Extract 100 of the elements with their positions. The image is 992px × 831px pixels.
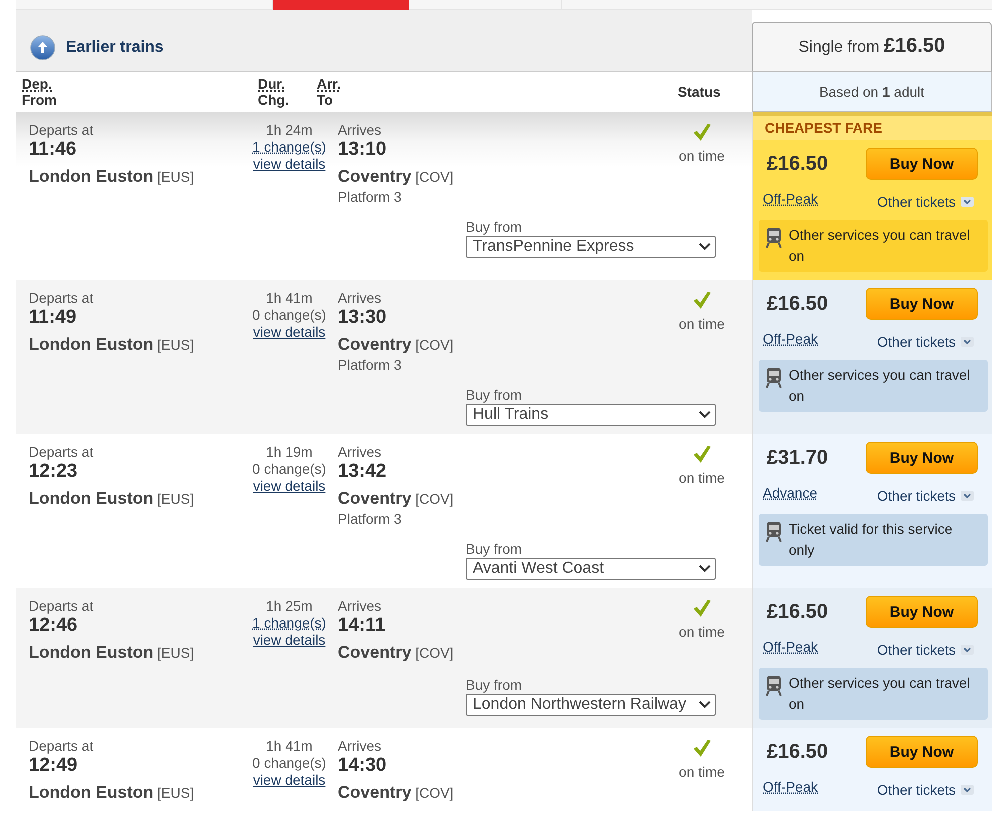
fare-price: £31.70 [767,446,828,470]
journey-duration: 1h 41m [265,738,314,755]
arrives-label: Arrives [338,738,383,755]
fare-price: £16.50 [767,292,828,316]
view-details-link[interactable]: view details [253,324,326,341]
passenger-summary: Based on 1 adult [752,72,992,112]
service-info-text: Other services you can travel on [789,366,972,406]
arrival-station: Coventry [COV] [338,335,455,355]
view-details-link[interactable]: view details [253,156,326,173]
column-abbreviation: Arr. [317,76,342,92]
buy-now-button[interactable]: Buy Now [866,736,978,768]
earlier-trains-link[interactable]: Earlier trains [16,35,164,61]
buy-now-button[interactable]: Buy Now [866,442,978,474]
departure-time: 12:23 [29,461,79,483]
chevron-down-icon [699,243,711,251]
fare-price: £16.50 [767,600,828,624]
departure-station: London Euston [EUS] [29,167,196,187]
changes-count: 0 change(s) [252,461,328,478]
ticket-type-link[interactable]: Off-Peak [763,639,818,655]
operator-dropdown[interactable]: Avanti West Coast [466,558,716,580]
buy-from-label: Buy from [466,677,524,694]
status-text: on time [679,624,725,640]
departs-label: Departs at [29,598,95,615]
dropdown-icon [961,337,974,347]
journey-duration: 1h 41m [265,290,314,307]
journey-duration: 1h 25m [265,598,314,615]
train-icon [765,521,783,543]
other-tickets-link[interactable]: Other tickets [877,782,974,798]
dropdown-icon [961,645,974,655]
arrives-label: Arrives [338,290,383,307]
journey-duration: 1h 24m [265,122,314,139]
operator-dropdown[interactable]: London Northwestern Railway [466,694,716,716]
chevron-down-icon [699,701,711,709]
arrival-time: 14:30 [338,755,388,777]
column-abbreviation: Dur. [258,76,286,92]
departure-time: 11:46 [29,139,78,161]
fare-price: £16.50 [767,740,828,764]
service-info-text: Ticket valid for this service only [789,520,954,560]
service-info-text: Other services you can travel on [789,226,972,266]
departs-label: Departs at [29,738,95,755]
ticket-type-link[interactable]: Off-Peak [763,331,818,347]
status-text: on time [679,764,725,780]
ticket-type-link[interactable]: Advance [763,485,818,501]
departure-time: 12:49 [29,755,79,777]
departure-station: London Euston [EUS] [29,335,196,355]
ticket-type-link[interactable]: Off-Peak [763,191,818,207]
status-text: on time [679,470,725,486]
platform-label: Platform 3 [338,357,403,373]
column-heading: To [317,92,334,108]
status-text: on time [679,148,725,164]
cheapest-fare-banner: CHEAPEST FARE [753,112,992,140]
other-tickets-link[interactable]: Other tickets [877,488,974,504]
operator-dropdown[interactable]: TransPennine Express [466,236,716,258]
arrival-time: 13:10 [338,139,388,161]
arrival-station: Coventry [COV] [338,783,455,803]
arrival-time: 13:30 [338,307,388,329]
buy-now-button[interactable]: Buy Now [866,596,978,628]
buy-from-label: Buy from [466,541,524,558]
ticket-type-link[interactable]: Off-Peak [763,779,818,795]
chevron-down-icon [699,565,711,573]
tab[interactable] [273,0,409,10]
fare-price: £16.50 [767,152,828,176]
departs-label: Departs at [29,122,95,139]
dropdown-icon [961,785,974,795]
status-text: on time [679,316,725,332]
dropdown-icon [961,197,974,207]
departs-label: Departs at [29,444,95,461]
changes-count: 0 change(s) [252,307,328,324]
column-heading: Status [678,84,722,100]
departure-time: 11:49 [29,307,78,329]
departure-time: 12:46 [29,615,79,637]
operator-dropdown[interactable]: Hull Trains [466,404,716,426]
other-tickets-link[interactable]: Other tickets [877,334,974,350]
arrives-label: Arrives [338,444,383,461]
other-tickets-link[interactable]: Other tickets [877,642,974,658]
arrives-label: Arrives [338,122,383,139]
view-details-link[interactable]: view details [253,478,326,495]
chevron-down-icon [699,411,711,419]
departs-label: Departs at [29,290,95,307]
view-details-link[interactable]: view details [253,772,326,789]
arrival-station: Coventry [COV] [338,167,455,187]
buy-from-label: Buy from [466,387,524,404]
changes-count[interactable]: 1 change(s) [241,615,338,632]
view-details-link[interactable]: view details [253,632,326,649]
departure-station: London Euston [EUS] [29,643,196,663]
arrival-station: Coventry [COV] [338,489,455,509]
column-abbreviation: Dep. [22,76,54,92]
dropdown-icon [961,491,974,501]
column-heading: Chg. [258,92,290,108]
arrival-time: 14:11 [338,615,387,637]
changes-count[interactable]: 1 change(s) [241,139,338,156]
fare-summary-header: Single from £16.50 [752,22,992,72]
train-icon [765,367,783,389]
buy-from-label: Buy from [466,219,524,236]
train-icon [765,227,783,249]
buy-now-button[interactable]: Buy Now [866,148,978,180]
other-tickets-link[interactable]: Other tickets [877,194,974,210]
buy-now-button[interactable]: Buy Now [866,288,978,320]
departure-station: London Euston [EUS] [29,489,196,509]
arrival-time: 13:42 [338,461,388,483]
